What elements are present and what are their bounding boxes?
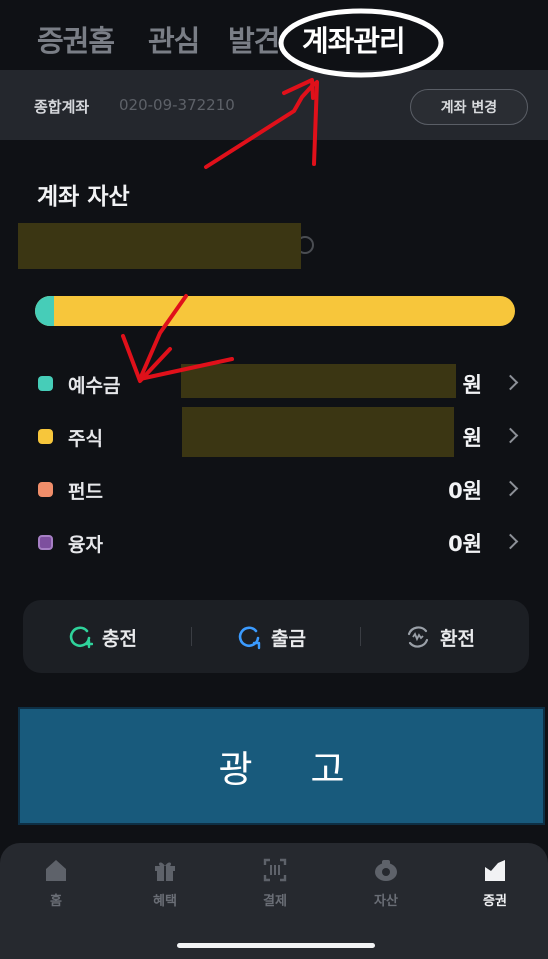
stock-color-dot xyxy=(38,429,53,444)
nav-label: 증권 xyxy=(483,894,507,909)
bottom-nav: 홈 혜택 결제 자산 증권 xyxy=(0,843,548,959)
asset-row-value: 원 xyxy=(462,373,482,397)
nav-label: 자산 xyxy=(374,894,398,909)
tab-securities-home[interactable]: 증권홈 xyxy=(37,18,115,60)
asset-row-label: 융자 xyxy=(68,534,103,556)
tab-account-management[interactable]: 계좌관리 xyxy=(302,18,406,60)
asset-row-value: 원 xyxy=(462,426,482,450)
redacted-deposit-value xyxy=(181,364,456,398)
chevron-right-icon xyxy=(502,374,519,391)
ad-banner[interactable]: 광고 xyxy=(18,707,545,825)
exchange-icon xyxy=(407,626,429,648)
deposit-share-segment xyxy=(35,296,55,326)
asset-row-label: 펀드 xyxy=(68,481,103,503)
home-indicator xyxy=(177,943,375,948)
asset-row-label: 주식 xyxy=(68,428,103,450)
chevron-right-icon xyxy=(502,427,519,444)
asset-row-value: 0원 xyxy=(448,479,482,503)
nav-item-payment[interactable]: 결제 xyxy=(235,853,315,913)
top-tab-bar: 증권홈 관심 발견 계좌관리 xyxy=(0,0,548,70)
withdraw-icon xyxy=(238,626,261,650)
chart-icon xyxy=(485,860,505,881)
tab-interest[interactable]: 관심 xyxy=(148,18,200,60)
withdraw-button[interactable]: 출금 xyxy=(192,600,360,673)
account-name: 종합계좌 xyxy=(34,98,90,116)
asset-row-label: 예수금 xyxy=(68,375,121,397)
action-panel: 충전 출금 환전 xyxy=(23,600,529,673)
nav-item-assets[interactable]: 자산 xyxy=(346,853,426,913)
asset-section-title: 계좌 자산 xyxy=(37,184,130,210)
account-number: 020-09-372210 xyxy=(119,96,235,114)
nav-label: 혜택 xyxy=(153,894,177,909)
nav-label: 결제 xyxy=(263,894,287,909)
charge-label: 충전 xyxy=(102,628,137,650)
deposit-color-dot xyxy=(38,376,53,391)
app-screen: 증권홈 관심 발견 계좌관리 종합계좌 020-09-372210 계좌 변경 … xyxy=(0,0,548,959)
charge-button[interactable]: 충전 xyxy=(23,600,191,673)
asset-composition-bar xyxy=(35,296,515,326)
tab-discover[interactable]: 발견 xyxy=(228,18,280,60)
redacted-total-value xyxy=(18,223,301,269)
change-account-button[interactable]: 계좌 변경 xyxy=(410,89,528,125)
home-icon xyxy=(46,860,66,881)
wallet-icon xyxy=(375,860,397,881)
withdraw-label: 출금 xyxy=(271,628,306,650)
nav-item-securities[interactable]: 증권 xyxy=(455,853,535,913)
nav-label: 홈 xyxy=(50,894,62,909)
exchange-label: 환전 xyxy=(440,628,475,650)
asset-row-value: 0원 xyxy=(448,532,482,556)
asset-row-margin-loan[interactable]: 융자 0원 xyxy=(0,522,548,562)
chevron-right-icon xyxy=(502,533,519,550)
gift-icon xyxy=(155,862,175,881)
fund-color-dot xyxy=(38,482,53,497)
nav-item-home[interactable]: 홈 xyxy=(16,853,96,913)
charge-icon xyxy=(69,626,93,649)
redacted-stock-value xyxy=(182,407,454,457)
scan-icon xyxy=(263,858,287,882)
nav-item-benefits[interactable]: 혜택 xyxy=(125,853,205,913)
chevron-right-icon xyxy=(502,480,519,497)
asset-row-fund[interactable]: 펀드 0원 xyxy=(0,469,548,509)
exchange-button[interactable]: 환전 xyxy=(361,600,529,673)
ad-text: 광고 xyxy=(218,748,403,791)
loan-color-dot xyxy=(38,535,53,550)
